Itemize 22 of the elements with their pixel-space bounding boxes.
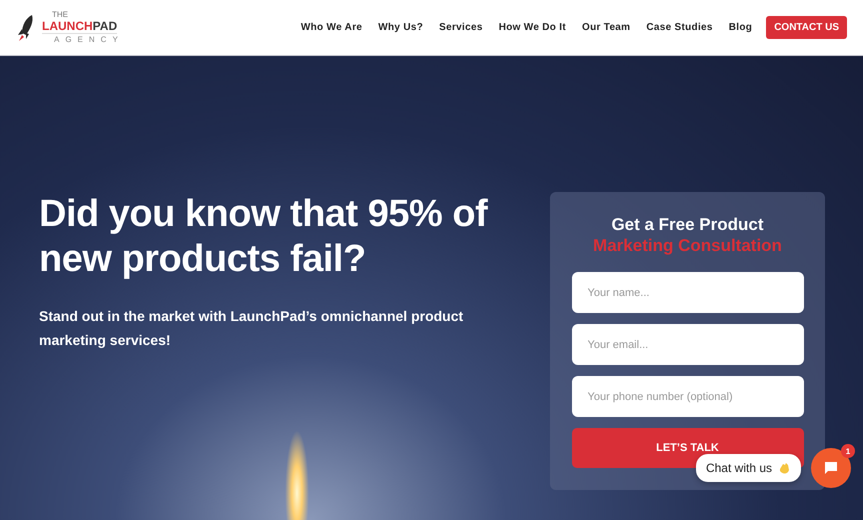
- nav-link[interactable]: Our Team: [582, 22, 630, 33]
- hero-heading: Did you know that 95% of new products fail?: [39, 192, 489, 282]
- logo-wordmark: LAUNCH: [42, 19, 93, 33]
- logo-wordmark: PAD: [92, 19, 118, 33]
- notification-badge: 1: [841, 444, 855, 458]
- chat-tooltip[interactable]: Chat with us: [696, 454, 801, 482]
- logo-text: AGENCY: [54, 34, 124, 45]
- input-field[interactable]: Your phone number (optional): [572, 376, 804, 417]
- input-field[interactable]: Your email...: [572, 324, 804, 365]
- nav-link[interactable]: Blog: [728, 22, 752, 33]
- form-title: Marketing Consultation: [593, 235, 782, 256]
- nav-link[interactable]: Why Us?: [378, 22, 424, 33]
- input-field[interactable]: Your name...: [572, 272, 804, 313]
- logo-text: THE: [52, 10, 68, 19]
- nav-link[interactable]: How We Do It: [498, 22, 566, 33]
- contact-button[interactable]: CONTACT US: [766, 16, 847, 39]
- nav-link[interactable]: Case Studies: [646, 22, 713, 33]
- form-title: Get a Free Product: [611, 214, 764, 235]
- hero-subheading: Stand out in the market with LaunchPad’s omnichannel product marketing services!: [39, 307, 464, 350]
- nav-link[interactable]: Services: [439, 22, 483, 33]
- nav-link[interactable]: Who We Are: [300, 22, 362, 33]
- chat-bubble-icon: [823, 460, 839, 476]
